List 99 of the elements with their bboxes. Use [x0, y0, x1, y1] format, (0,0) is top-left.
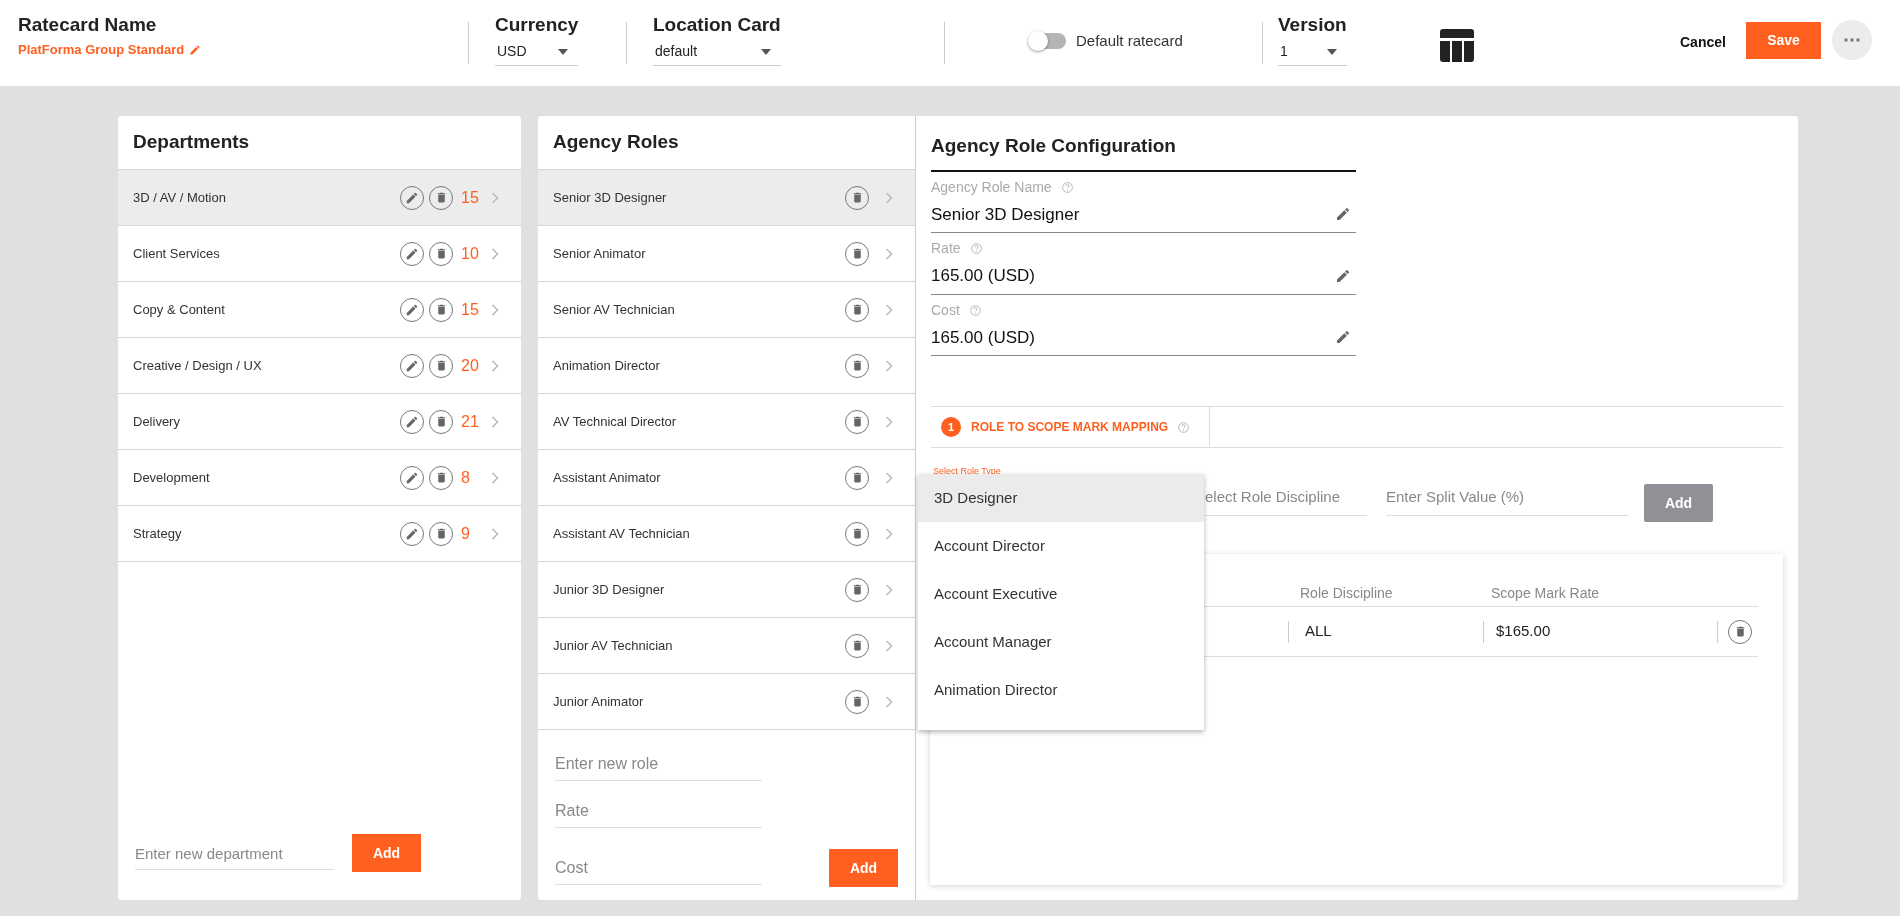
agency-role-name: Junior AV Technician — [553, 636, 674, 655]
agency-role-name: Assistant Animator — [553, 468, 662, 487]
chevron-right-icon — [885, 247, 893, 260]
role-count: 20 — [461, 355, 480, 376]
dropdown-option[interactable]: Animation Director — [918, 666, 1204, 714]
agency-role-name: Senior AV Technician — [553, 300, 676, 319]
role-count: 15 — [461, 187, 480, 208]
role-count: 15 — [461, 299, 480, 320]
panel-title: Agency Role Configuration — [931, 116, 1356, 172]
version-label: Version — [1278, 13, 1347, 37]
new-role-field[interactable]: Enter new role — [555, 752, 762, 781]
edit-icon — [1335, 329, 1351, 346]
field-value: 165.00 (USD) — [931, 326, 1035, 349]
location-card-label: Location Card — [653, 13, 781, 37]
agency-role-name: Senior Animator — [553, 244, 647, 263]
caret-down-icon — [558, 48, 569, 55]
pencil-icon — [405, 302, 419, 317]
dropdown-option[interactable]: Account Executive — [918, 570, 1204, 618]
chevron-right-icon — [885, 695, 893, 708]
department-name: 3D / AV / Motion — [133, 188, 227, 207]
role-count: 8 — [461, 467, 471, 488]
cost-field[interactable]: Cost — [555, 856, 762, 885]
cancel-button[interactable]: Cancel — [1672, 28, 1734, 57]
chevron-right-icon — [885, 583, 893, 596]
field-label: Cost — [931, 300, 960, 320]
chevron-right-icon — [885, 191, 893, 204]
caret-down-icon — [760, 48, 771, 55]
pencil-icon — [405, 190, 419, 205]
chevron-right-icon — [885, 639, 893, 652]
department-row[interactable]: 3D / AV / Motion 15 — [118, 170, 521, 226]
department-name: Client Services — [133, 244, 221, 263]
field-label: Agency Role Name — [931, 177, 1052, 197]
field-label: Rate — [931, 239, 961, 258]
agency-role-name: Senior 3D Designer — [553, 188, 668, 207]
role-discipline-field[interactable]: elect Role Discipline — [1205, 486, 1367, 516]
agency-role-row[interactable]: Senior 3D Designer — [538, 170, 915, 226]
version-dropdown[interactable]: 1 — [1278, 41, 1347, 66]
chevron-right-icon — [885, 415, 893, 428]
role-count: 10 — [461, 243, 480, 264]
new-department-field[interactable]: Enter new department — [135, 842, 334, 870]
dropdown-option[interactable]: 3D Designer — [918, 474, 1204, 522]
column-header: Role Discipline — [1299, 583, 1394, 603]
role-count: 9 — [461, 523, 471, 544]
agency-role-name: AV Technical Director — [553, 412, 678, 431]
agency-role-name: Animation Director — [553, 356, 661, 375]
department-name: Strategy — [133, 524, 183, 543]
location-card-dropdown[interactable]: default — [653, 41, 781, 66]
pencil-icon — [189, 43, 202, 56]
chevron-right-icon — [491, 303, 499, 316]
chevron-right-icon — [885, 471, 893, 484]
dropdown-option[interactable]: Account Director — [918, 522, 1204, 570]
rate-field[interactable]: Rate — [555, 799, 762, 828]
step-number: 1 — [941, 417, 961, 437]
department-name: Delivery — [133, 412, 181, 431]
split-value-field[interactable]: Enter Split Value (%) — [1386, 486, 1628, 516]
help-icon — [1178, 421, 1190, 433]
edit-icon — [1335, 206, 1351, 223]
table-cell-text: $165.00 — [1496, 621, 1551, 642]
agency-role-name: Junior Animator — [553, 692, 645, 711]
table-layout-icon[interactable] — [1440, 29, 1474, 62]
help-icon — [1061, 181, 1073, 193]
default-ratecard-toggle[interactable] — [1030, 33, 1066, 50]
agency-role-name: Junior 3D Designer — [553, 580, 666, 599]
column-header: Scope Mark Rate — [1490, 583, 1600, 603]
field-value: Senior 3D Designer — [931, 203, 1080, 226]
ratecard-name-value: PlatForma Group Standard — [18, 41, 185, 59]
more-icon — [1844, 38, 1860, 42]
chevron-right-icon — [491, 471, 499, 484]
department-name: Creative / Design / UX — [133, 356, 263, 375]
help-icon — [970, 243, 982, 254]
help-icon — [969, 304, 981, 316]
chevron-right-icon — [885, 527, 893, 540]
chevron-right-icon — [491, 191, 499, 204]
edit-icon — [1335, 267, 1351, 284]
field-value: 165.00 (USD) — [931, 265, 1035, 287]
caret-down-icon — [1326, 48, 1337, 55]
agency-role-name: Assistant AV Technician — [553, 524, 691, 543]
ratecard-name-label: Ratecard Name — [18, 13, 158, 37]
currency-dropdown[interactable]: USD — [495, 41, 579, 66]
pencil-icon — [405, 470, 419, 485]
pencil-icon — [405, 358, 419, 373]
default-ratecard-label: Default ratecard — [1076, 31, 1183, 51]
department-name: Copy & Content — [133, 300, 226, 319]
step-label: ROLE TO SCOPE MARK MAPPING — [971, 419, 1169, 436]
pencil-icon — [405, 526, 419, 541]
department-name: Development — [133, 468, 211, 487]
chevron-right-icon — [491, 359, 499, 372]
chevron-right-icon — [491, 247, 499, 260]
chevron-right-icon — [885, 303, 893, 316]
pencil-icon — [405, 246, 419, 261]
table-cell-text: ALL — [1305, 621, 1332, 642]
chevron-right-icon — [491, 415, 499, 428]
dropdown-option[interactable]: Account Manager — [918, 618, 1204, 666]
role-count: 21 — [461, 411, 480, 432]
add-button: Add — [1644, 484, 1713, 522]
chevron-right-icon — [885, 359, 893, 372]
currency-label: Currency — [495, 13, 579, 37]
chevron-right-icon — [491, 527, 499, 540]
pencil-icon — [405, 414, 419, 429]
